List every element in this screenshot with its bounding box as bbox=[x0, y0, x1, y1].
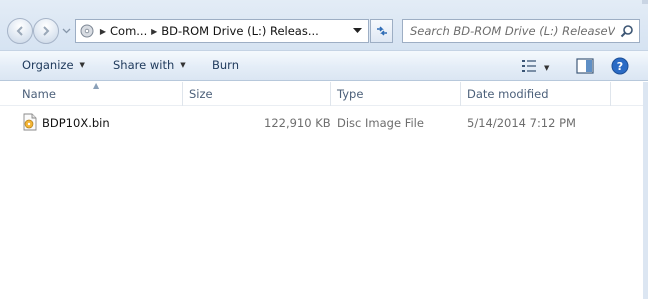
sort-ascending-icon: ▲ bbox=[93, 81, 100, 90]
back-button[interactable] bbox=[7, 18, 33, 44]
breadcrumb-separator[interactable]: ▶ bbox=[149, 27, 159, 36]
refresh-icon bbox=[376, 26, 387, 36]
column-divider[interactable] bbox=[330, 82, 331, 106]
file-type: Disc Image File bbox=[337, 116, 424, 130]
breadcrumb-separator[interactable]: ▶ bbox=[98, 27, 108, 36]
column-divider[interactable] bbox=[610, 82, 611, 106]
forward-arrow-icon bbox=[43, 26, 50, 36]
svg-text:?: ? bbox=[617, 60, 623, 73]
file-date-modified: 5/14/2014 7:12 PM bbox=[467, 116, 576, 130]
help-icon[interactable]: ? bbox=[611, 57, 629, 75]
change-view-icon[interactable] bbox=[521, 59, 537, 73]
address-history-dropdown[interactable] bbox=[353, 28, 362, 34]
column-header-type[interactable]: Type bbox=[337, 87, 363, 101]
column-header-date-modified[interactable]: Date modified bbox=[467, 87, 549, 101]
column-header-name[interactable]: Name bbox=[22, 87, 56, 101]
bd-drive-icon bbox=[80, 24, 94, 38]
chevron-down-icon: ▼ bbox=[180, 61, 186, 69]
list-item[interactable]: BDP10X.bin 122,910 KB Disc Image File 5/… bbox=[0, 112, 648, 134]
column-divider[interactable] bbox=[182, 82, 183, 106]
disc-image-file-icon bbox=[23, 113, 37, 131]
burn-label: Burn bbox=[212, 58, 239, 72]
column-headers: ▲ Name Size Type Date modified bbox=[0, 81, 648, 106]
forward-button[interactable] bbox=[33, 18, 59, 44]
chevron-down-icon: ▼ bbox=[79, 61, 85, 69]
navigation-bar: ▶ Com... ▶ BD-ROM Drive (L:) Releas... S… bbox=[0, 0, 648, 50]
command-bar: Organize ▼ Share with ▼ Burn ▼ ? bbox=[0, 50, 648, 81]
search-placeholder: Search BD-ROM Drive (L:) ReleaseVer... bbox=[410, 24, 615, 38]
view-options-dropdown[interactable]: ▼ bbox=[544, 64, 549, 72]
organize-button[interactable]: Organize ▼ bbox=[22, 58, 85, 72]
breadcrumb-bd-rom-drive[interactable]: BD-ROM Drive (L:) Releas... bbox=[161, 24, 319, 38]
file-size: 122,910 KB bbox=[264, 116, 331, 130]
breadcrumb-computer[interactable]: Com... bbox=[110, 24, 147, 38]
back-arrow-icon bbox=[16, 26, 23, 36]
window-edge bbox=[642, 0, 648, 4]
window-right-border bbox=[643, 82, 648, 299]
column-divider[interactable] bbox=[460, 82, 461, 106]
organize-label: Organize bbox=[22, 58, 74, 72]
search-icon[interactable] bbox=[620, 24, 634, 38]
share-with-label: Share with bbox=[113, 58, 175, 72]
refresh-button[interactable] bbox=[370, 19, 393, 43]
recent-pages-dropdown[interactable] bbox=[62, 27, 71, 34]
search-input[interactable]: Search BD-ROM Drive (L:) ReleaseVer... bbox=[402, 19, 640, 43]
file-name[interactable]: BDP10X.bin bbox=[42, 116, 110, 130]
column-header-size[interactable]: Size bbox=[189, 87, 213, 101]
share-with-button[interactable]: Share with ▼ bbox=[113, 58, 186, 72]
address-box[interactable]: ▶ Com... ▶ BD-ROM Drive (L:) Releas... bbox=[75, 19, 369, 43]
burn-button[interactable]: Burn bbox=[212, 58, 239, 72]
preview-pane-icon[interactable] bbox=[576, 58, 594, 74]
